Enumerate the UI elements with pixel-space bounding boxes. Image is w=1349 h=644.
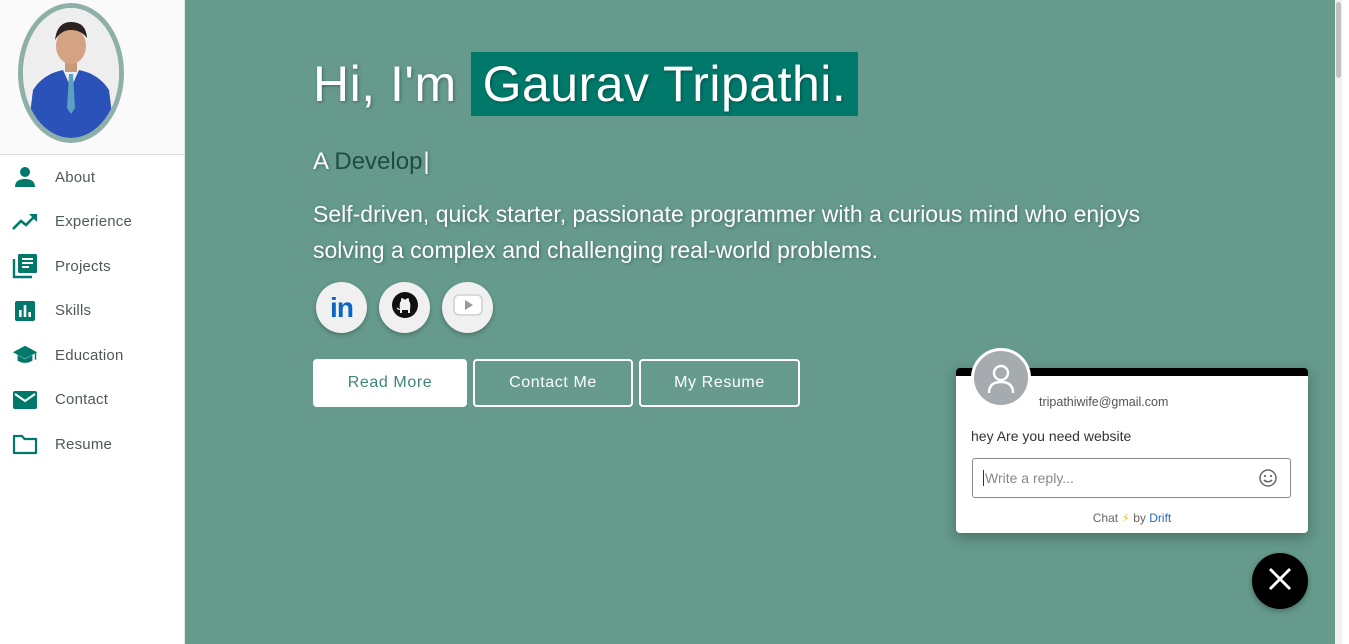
- folder-icon: [12, 431, 38, 457]
- close-icon: [1267, 566, 1293, 597]
- profile-photo: [18, 3, 124, 143]
- hero-buttons: Read More Contact Me My Resume: [313, 359, 800, 407]
- hero-greeting: Hi, I'm: [313, 56, 457, 112]
- linkedin-link[interactable]: in: [316, 282, 367, 333]
- hero-subtitle: A Develop|: [313, 148, 430, 176]
- hero-section: Hi, I'm Gaurav Tripathi. A Develop| Self…: [185, 0, 1342, 644]
- github-icon: [391, 291, 419, 324]
- sidebar-item-label: Skills: [55, 302, 92, 320]
- contact-me-button[interactable]: Contact Me: [473, 359, 633, 407]
- read-more-button[interactable]: Read More: [313, 359, 467, 407]
- hero-headline: Hi, I'm Gaurav Tripathi.: [313, 52, 859, 116]
- chat-reply-box: [972, 458, 1291, 498]
- sidebar-item-contact[interactable]: Contact: [0, 378, 184, 423]
- sidebar-item-label: Experience: [55, 213, 133, 231]
- trending-up-icon: [12, 209, 38, 235]
- youtube-link[interactable]: [442, 282, 493, 333]
- page-scrollbar[interactable]: [1335, 0, 1342, 644]
- chat-footer[interactable]: Chat ⚡ by Drift: [956, 511, 1308, 525]
- drift-chat-widget: tripathiwife@gmail.com hey Are you need …: [956, 348, 1308, 533]
- chat-user-avatar-icon: [971, 348, 1031, 408]
- chat-reply-input[interactable]: [983, 470, 1243, 486]
- chat-sender-email: tripathiwife@gmail.com: [1039, 395, 1169, 409]
- sidebar: About Experience Projects Skills Educati…: [0, 0, 185, 644]
- chat-message: hey Are you need website: [971, 428, 1132, 444]
- sidebar-item-label: Education: [55, 346, 124, 364]
- lightning-icon: ⚡: [1121, 511, 1130, 525]
- sidebar-item-label: Resume: [55, 435, 113, 453]
- school-icon: [12, 342, 38, 368]
- sidebar-item-about[interactable]: About: [0, 155, 184, 200]
- linkedin-icon: in: [330, 291, 354, 323]
- sidebar-item-label: Projects: [55, 257, 111, 275]
- sidebar-item-projects[interactable]: Projects: [0, 244, 184, 289]
- subtitle-prefix: A: [313, 148, 335, 175]
- sidebar-item-label: About: [55, 168, 96, 186]
- hero-name: Gaurav Tripathi.: [470, 52, 859, 116]
- scrollbar-thumb[interactable]: [1336, 2, 1341, 78]
- sidebar-item-resume[interactable]: Resume: [0, 422, 184, 467]
- my-resume-button[interactable]: My Resume: [639, 359, 800, 407]
- person-icon: [12, 164, 38, 190]
- youtube-icon: [452, 294, 483, 321]
- profile-header: [0, 0, 184, 155]
- social-links: in: [316, 282, 493, 333]
- bar-chart-icon: [12, 298, 38, 324]
- mail-icon: [12, 387, 38, 413]
- emoji-icon[interactable]: [1258, 468, 1278, 488]
- hero-description: Self-driven, quick starter, passionate p…: [313, 201, 1141, 263]
- chat-footer-by: by: [1133, 511, 1146, 525]
- typing-cursor: |: [423, 148, 430, 175]
- library-books-icon: [12, 253, 38, 279]
- sidebar-item-label: Contact: [55, 391, 109, 409]
- sidebar-item-experience[interactable]: Experience: [0, 200, 184, 245]
- chat-footer-chat: Chat: [1092, 511, 1119, 525]
- chat-close-button[interactable]: [1252, 553, 1308, 609]
- github-link[interactable]: [379, 282, 430, 333]
- sidebar-item-skills[interactable]: Skills: [0, 289, 184, 334]
- sidebar-nav: About Experience Projects Skills Educati…: [0, 155, 184, 467]
- sidebar-item-education[interactable]: Education: [0, 333, 184, 378]
- typed-text: Develop: [334, 148, 423, 175]
- drift-brand-link: Drift: [1149, 511, 1172, 525]
